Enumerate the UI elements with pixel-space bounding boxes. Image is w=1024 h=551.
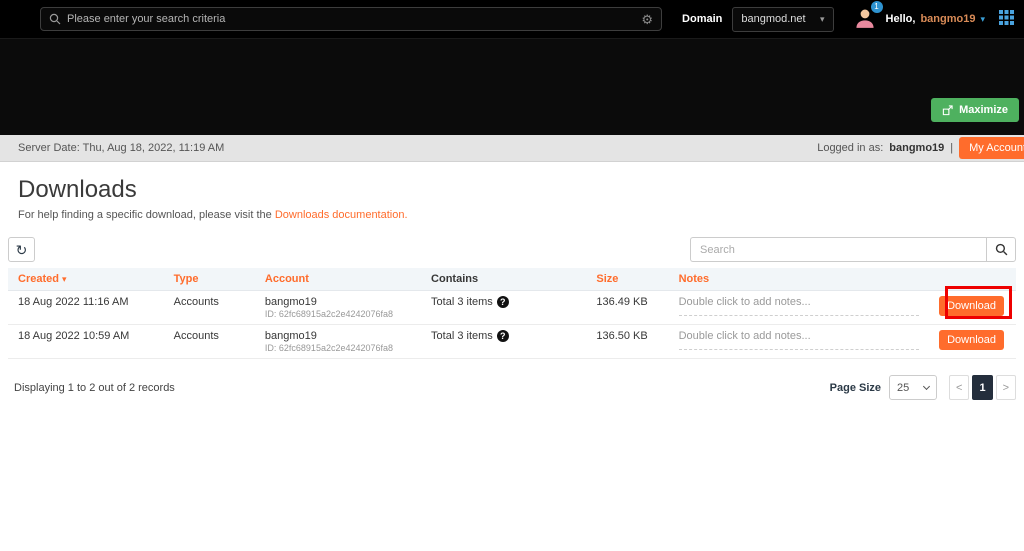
cell-contains: Total 3 items? <box>421 325 586 359</box>
table-row: 18 Aug 2022 11:16 AM Accounts bangmo19 I… <box>8 291 1016 325</box>
user-menu-button[interactable]: Hello, bangmo19 ▾ <box>886 13 986 25</box>
pagination: Page Size 25 < 1 > <box>830 375 1016 400</box>
logged-in-label: Logged in as: <box>817 142 883 154</box>
domain-select[interactable]: bangmod.net ▾ <box>732 7 833 32</box>
column-header-size[interactable]: Size <box>586 268 668 291</box>
cell-account: bangmo19 ID: 62fc68915a2c2e4242076fa8 <box>255 291 421 325</box>
account-name: bangmo19 <box>265 330 411 342</box>
notification-badge: 1 <box>871 1 883 13</box>
table-toolbar: ↻ <box>8 237 1016 262</box>
documentation-link[interactable]: Downloads documentation. <box>275 209 408 221</box>
download-button[interactable]: Download <box>939 296 1004 316</box>
table-search-group <box>690 237 1016 262</box>
maximize-label: Maximize <box>959 104 1008 116</box>
user-avatar-button[interactable]: 1 <box>854 7 876 32</box>
user-chevron-down-icon: ▾ <box>980 14 985 25</box>
greeting-text: Hello, <box>886 13 916 25</box>
column-header-created[interactable]: Created▾ <box>8 268 164 291</box>
page-title: Downloads <box>18 176 1016 204</box>
search-settings-gear-icon[interactable]: ⚙ <box>641 13 653 26</box>
prev-page-button[interactable]: < <box>949 375 969 400</box>
domain-label: Domain <box>682 13 722 25</box>
maximize-button[interactable]: Maximize <box>931 98 1019 122</box>
status-bar: Server Date: Thu, Aug 18, 2022, 11:19 AM… <box>0 135 1024 162</box>
cell-contains: Total 3 items? <box>421 291 586 325</box>
pager-buttons: < 1 > <box>949 375 1016 400</box>
help-icon[interactable]: ? <box>497 296 509 308</box>
cell-created: 18 Aug 2022 11:16 AM <box>8 291 164 325</box>
domain-value: bangmod.net <box>741 13 805 25</box>
cell-created: 18 Aug 2022 10:59 AM <box>8 325 164 359</box>
cell-action: Download <box>929 291 1016 325</box>
chevron-down-icon: ▾ <box>820 14 825 25</box>
page-size-select[interactable]: 25 <box>889 375 937 400</box>
hero-band: Maximize <box>0 38 1024 135</box>
column-header-contains: Contains <box>421 268 586 291</box>
maximize-icon <box>942 105 953 116</box>
my-account-button[interactable]: My Account <box>959 137 1024 159</box>
table-footer: Displaying 1 to 2 out of 2 records Page … <box>8 375 1016 400</box>
apps-grid-icon[interactable] <box>999 10 1014 28</box>
column-header-actions <box>929 268 1016 291</box>
sort-desc-icon: ▾ <box>62 274 67 284</box>
search-icon <box>49 13 61 25</box>
table-row: 18 Aug 2022 10:59 AM Accounts bangmo19 I… <box>8 325 1016 359</box>
current-page-button[interactable]: 1 <box>972 375 992 400</box>
chevron-down-icon <box>923 382 930 389</box>
search-icon <box>995 243 1008 256</box>
cell-size: 136.49 KB <box>586 291 668 325</box>
help-text: For help finding a specific download, pl… <box>18 209 1016 221</box>
page-size-value: 25 <box>897 382 909 394</box>
page-size-label: Page Size <box>830 382 881 394</box>
column-header-type[interactable]: Type <box>164 268 255 291</box>
refresh-button[interactable]: ↻ <box>8 237 35 262</box>
logged-in-user: bangmo19 <box>889 142 944 154</box>
next-page-button[interactable]: > <box>996 375 1016 400</box>
cell-action: Download <box>929 325 1016 359</box>
downloads-table: Created▾ Type Account Contains Size Note… <box>8 268 1016 359</box>
help-prefix: For help finding a specific download, pl… <box>18 209 275 221</box>
table-header-row: Created▾ Type Account Contains Size Note… <box>8 268 1016 291</box>
notes-placeholder[interactable]: Double click to add notes... <box>679 296 919 316</box>
username-text: bangmo19 <box>920 13 975 25</box>
cell-notes[interactable]: Double click to add notes... <box>669 325 929 359</box>
cell-type: Accounts <box>164 325 255 359</box>
cell-account: bangmo19 ID: 62fc68915a2c2e4242076fa8 <box>255 325 421 359</box>
global-search[interactable]: ⚙ <box>40 7 662 31</box>
table-search-input[interactable] <box>690 237 986 262</box>
account-id: ID: 62fc68915a2c2e4242076fa8 <box>265 343 411 353</box>
column-header-account[interactable]: Account <box>255 268 421 291</box>
notes-placeholder[interactable]: Double click to add notes... <box>679 330 919 350</box>
global-search-input[interactable] <box>67 13 635 25</box>
help-icon[interactable]: ? <box>497 330 509 342</box>
topbar: ⚙ Domain bangmod.net ▾ 1 Hello, bangmo19… <box>0 0 1024 38</box>
divider: | <box>950 142 953 154</box>
logged-in-area: Logged in as: bangmo19 | My Account <box>817 137 1024 159</box>
main-content: Downloads For help finding a specific do… <box>0 162 1024 400</box>
download-button[interactable]: Download <box>939 330 1004 350</box>
server-date-text: Server Date: Thu, Aug 18, 2022, 11:19 AM <box>18 142 224 154</box>
table-search-button[interactable] <box>986 237 1016 262</box>
cell-notes[interactable]: Double click to add notes... <box>669 291 929 325</box>
account-id: ID: 62fc68915a2c2e4242076fa8 <box>265 309 411 319</box>
cell-type: Accounts <box>164 291 255 325</box>
cell-size: 136.50 KB <box>586 325 668 359</box>
records-summary: Displaying 1 to 2 out of 2 records <box>14 382 175 394</box>
account-name: bangmo19 <box>265 296 411 308</box>
column-header-notes[interactable]: Notes <box>669 268 929 291</box>
